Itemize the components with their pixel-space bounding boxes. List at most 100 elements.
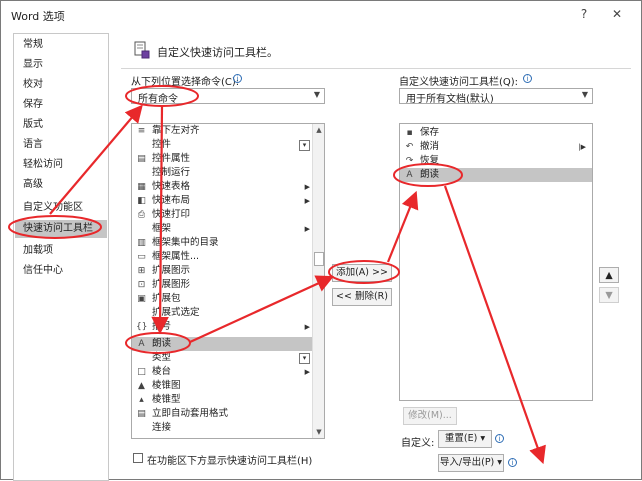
frame-props-icon: ▭ — [137, 252, 146, 262]
list-item[interactable]: {} 括号 ▶ — [132, 320, 314, 334]
submenu-arrow-icon: ▶ — [304, 197, 310, 205]
show-below-ribbon-label: 在功能区下方显示快速访问工具栏(H) — [147, 456, 313, 467]
move-down-button[interactable]: ▼ — [599, 287, 619, 303]
sidebar-item-language[interactable]: 语言 — [23, 136, 43, 154]
info-icon[interactable]: i — [508, 458, 517, 467]
sidebar-item-proofing[interactable]: 校对 — [23, 76, 43, 94]
list-item[interactable]: ◧ 快速布局 ▶ — [132, 194, 314, 208]
sidebar-item-trust-center[interactable]: 信任中心 — [23, 262, 63, 280]
print-icon: ⎙ — [137, 210, 146, 220]
autoformat-icon: ▤ — [137, 409, 146, 419]
sidebar-item-general[interactable]: 常规 — [23, 36, 43, 54]
info-icon[interactable]: i — [523, 74, 532, 83]
list-item[interactable]: ↶ 撤消 |▶ — [400, 140, 592, 154]
list-item[interactable]: 控制运行 — [132, 166, 314, 180]
list-item[interactable]: ⊡ 扩展图形 — [132, 278, 314, 292]
sidebar-item-customize-ribbon[interactable]: 自定义功能区 — [23, 199, 83, 217]
page-title: 自定义快速访问工具栏。 — [157, 46, 278, 59]
properties-icon: ▤ — [137, 154, 146, 164]
options-dialog: Word 选项 ? ✕ 常规 显示 校对 保存 版式 语言 轻松访问 高级 自定… — [0, 0, 642, 481]
submenu-bar-icon: |▶ — [578, 143, 586, 151]
list-item[interactable]: ⎙ 快速打印 — [132, 208, 314, 222]
list-item[interactable]: ▪ 保存 — [400, 126, 592, 140]
list-item[interactable]: ▤ 控件属性 — [132, 152, 314, 166]
toolbar-items-list[interactable]: ▪ 保存 ↶ 撤消 |▶ ↷ 恢复 A 朗读 — [399, 123, 593, 401]
add-button[interactable]: 添加(A) >> — [332, 264, 392, 282]
list-item[interactable]: ▤ 立即自动套用格式 — [132, 407, 314, 421]
choose-commands-select[interactable]: 所有命令 ▼ — [131, 88, 325, 105]
list-item[interactable]: 连接 — [132, 421, 314, 435]
info-icon[interactable]: i — [495, 434, 504, 443]
submenu-arrow-icon: ▶ — [304, 183, 310, 191]
list-item[interactable]: ▲ 棱锥图 — [132, 379, 314, 393]
list-item[interactable]: ▭ 框架属性... — [132, 250, 314, 264]
dropdown-icon: ▾ — [299, 140, 310, 151]
frameset-icon: ▥ — [137, 238, 146, 248]
list-item[interactable]: ▥ 框架集中的目录 — [132, 236, 314, 250]
show-below-ribbon-checkbox[interactable] — [133, 453, 143, 463]
header-divider — [121, 68, 631, 69]
align-icon: ≡ — [137, 126, 146, 136]
customize-toolbar-label: 自定义快速访问工具栏(Q): — [399, 77, 519, 88]
list-item[interactable]: ↷ 恢复 — [400, 154, 592, 168]
list-item[interactable]: ⊞ 扩展图示 — [132, 264, 314, 278]
undo-icon: ↶ — [405, 142, 414, 152]
customize-scope-select[interactable]: 用于所有文档(默认) ▼ — [399, 88, 593, 105]
redo-icon: ↷ — [405, 156, 414, 166]
expand-diagram-icon: ⊞ — [137, 266, 146, 276]
pyramid-icon: ▲ — [138, 381, 145, 391]
remove-button[interactable]: << 删除(R) — [332, 288, 392, 306]
list-item[interactable]: 扩展式选定 — [132, 306, 314, 320]
dropdown-icon: ▾ — [299, 353, 310, 364]
save-icon: ▪ — [406, 128, 413, 138]
list-item[interactable]: □ 棱台 ▶ — [132, 365, 314, 379]
submenu-arrow-icon: ▶ — [304, 323, 310, 331]
submenu-arrow-icon: ▶ — [304, 225, 310, 233]
sidebar: 常规 显示 校对 保存 版式 语言 轻松访问 高级 自定义功能区 快速访问工具栏… — [13, 33, 109, 481]
pyramid2-icon: ▴ — [139, 395, 144, 405]
scroll-thumb[interactable] — [314, 252, 324, 266]
list-item-read-aloud[interactable]: A 朗读 — [132, 337, 314, 351]
list-item[interactable]: 控件 ▾ — [132, 138, 314, 152]
read-aloud-icon: A — [138, 339, 145, 349]
sidebar-item-accessibility[interactable]: 轻松访问 — [23, 156, 63, 174]
read-aloud-icon: A — [406, 170, 413, 180]
list-item[interactable]: ▣ 扩展包 — [132, 292, 314, 306]
close-button[interactable]: ✕ — [609, 6, 625, 22]
scroll-down-icon[interactable]: ▼ — [313, 426, 324, 438]
quick-access-toolbar-icon — [134, 41, 150, 59]
list-item-read-aloud[interactable]: A 朗读 — [400, 168, 592, 182]
help-button[interactable]: ? — [576, 6, 592, 22]
commands-list[interactable]: ≡ 靠下左对齐 控件 ▾ ▤ 控件属性 控制运行 ▦ 快速表格 ▶ ◧ 快速布局 ▶ ⎙ 快速打… — [131, 123, 325, 439]
expand-shape-icon: ⊡ — [137, 280, 146, 290]
customize-row-label: 自定义: — [401, 438, 435, 449]
bracket-icon: {} — [136, 322, 148, 332]
choose-commands-value: 所有命令 — [138, 94, 178, 105]
import-export-button[interactable]: 导入/导出(P) ▾ — [438, 454, 504, 472]
scroll-up-icon[interactable]: ▲ — [313, 124, 324, 136]
sidebar-item-addins[interactable]: 加载项 — [23, 242, 53, 260]
window-title: Word 选项 — [11, 10, 65, 23]
reset-button[interactable]: 重置(E) ▾ — [438, 430, 492, 448]
sidebar-item-display[interactable]: 显示 — [23, 56, 43, 74]
title-bar: Word 选项 ? ✕ — [1, 1, 641, 29]
choose-commands-label: 从下列位置选择命令(C): — [131, 77, 240, 88]
sidebar-item-layout[interactable]: 版式 — [23, 116, 43, 134]
bevel-icon: □ — [137, 367, 146, 377]
modify-button[interactable]: 修改(M)... — [403, 407, 457, 425]
list-item[interactable]: ▴ 棱锥型 — [132, 393, 314, 407]
table-icon: ▦ — [137, 182, 146, 192]
sidebar-item-advanced[interactable]: 高级 — [23, 176, 43, 194]
list-item[interactable]: 类型 ▾ — [132, 351, 314, 365]
info-icon[interactable]: i — [233, 74, 242, 83]
layout-icon: ◧ — [137, 196, 146, 206]
list-item[interactable]: ≡ 靠下左对齐 — [132, 124, 314, 138]
move-up-button[interactable]: ▲ — [599, 267, 619, 283]
sidebar-item-quick-access-toolbar[interactable]: 快速访问工具栏 — [15, 220, 107, 238]
customize-scope-value: 用于所有文档(默认) — [406, 94, 494, 105]
chevron-down-icon: ▼ — [313, 90, 320, 99]
list-item[interactable]: ▦ 快速表格 ▶ — [132, 180, 314, 194]
commands-list-scrollbar[interactable]: ▲ ▼ — [312, 124, 324, 438]
list-item[interactable]: 框架 ▶ — [132, 222, 314, 236]
sidebar-item-save[interactable]: 保存 — [23, 96, 43, 114]
